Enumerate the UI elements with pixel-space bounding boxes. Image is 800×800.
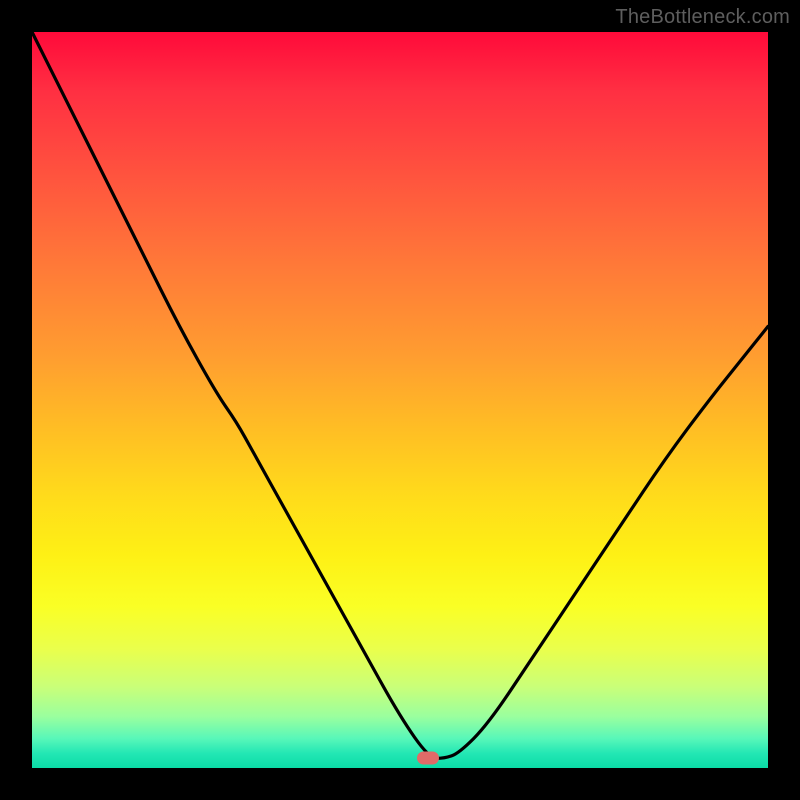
bottleneck-curve [32, 32, 768, 768]
optimal-point-marker [417, 751, 439, 764]
plot-area [32, 32, 768, 768]
watermark-text: TheBottleneck.com [615, 6, 790, 29]
chart-frame: TheBottleneck.com [0, 0, 800, 800]
